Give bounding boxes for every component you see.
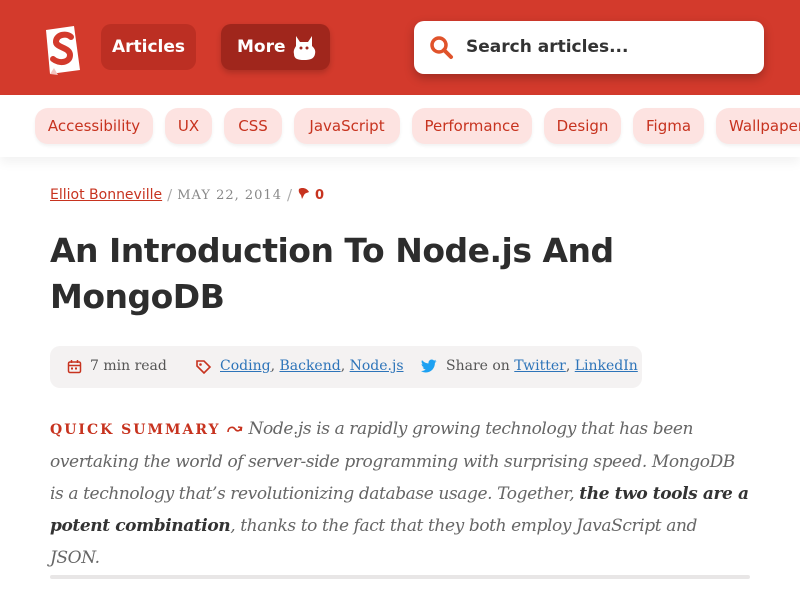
search-box[interactable]: Search articles... [414, 21, 764, 74]
read-time-text: 7 min read [90, 358, 167, 374]
author-link[interactable]: Elliot Bonneville [50, 187, 162, 203]
article-title: An Introduction To Node.js And MongoDB [50, 231, 614, 316]
tag-wallpapers[interactable]: Wallpapers [716, 108, 800, 144]
arrow-icon [226, 419, 244, 439]
nav-articles-label: Articles [111, 37, 186, 57]
search-icon [429, 35, 455, 65]
read-time: 7 min read [67, 358, 167, 374]
meta-separator: / [167, 186, 173, 204]
article-meta: Elliot Bonneville / MAY 22, 2014 / 0 [50, 186, 324, 204]
share-links: Share on Twitter, LinkedIn [421, 358, 638, 374]
share-twitter-link[interactable]: Twitter [514, 358, 566, 374]
tag-icon [196, 359, 220, 374]
twitter-icon [421, 359, 446, 373]
publish-date: MAY 22, 2014 [177, 187, 282, 203]
share-label: Share on [446, 358, 510, 374]
tag-css[interactable]: CSS [224, 108, 282, 144]
tag-accessibility[interactable]: Accessibility [35, 108, 153, 144]
article-info-bar: 7 min read Coding, Backend, Node.js Shar… [50, 346, 642, 388]
tag-figma[interactable]: Figma [633, 108, 704, 144]
share-linkedin-link[interactable]: LinkedIn [575, 358, 638, 374]
nav-more-label: More [237, 37, 286, 57]
category-nodejs[interactable]: Node.js [350, 358, 404, 374]
tag-javascript[interactable]: JavaScript [294, 108, 400, 144]
meta-separator: / [286, 186, 293, 204]
site-header: Articles More Search articles... [0, 0, 800, 95]
nav-articles-button[interactable]: Articles [101, 24, 196, 70]
category-backend[interactable]: Backend [279, 358, 340, 374]
cat-mascot-icon [290, 32, 318, 67]
nav-more-button[interactable]: More [221, 24, 330, 70]
categories: Coding, Backend, Node.js [196, 358, 404, 374]
tag-ux[interactable]: UX [165, 108, 212, 144]
quick-summary-label: QUICK SUMMARY [50, 422, 221, 438]
tag-performance[interactable]: Performance [412, 108, 532, 144]
search-input[interactable]: Search articles... [466, 37, 628, 57]
tag-design[interactable]: Design [544, 108, 621, 144]
smashing-logo-icon[interactable] [40, 22, 86, 78]
topic-tag-bar: Accessibility UX CSS JavaScript Performa… [0, 95, 800, 157]
comment-count[interactable]: 0 [315, 188, 324, 203]
category-coding[interactable]: Coding [220, 358, 271, 374]
quick-summary: QUICK SUMMARY Node.js is a rapidly growi… [50, 413, 750, 574]
content-divider [50, 575, 750, 579]
calendar-icon [67, 359, 90, 374]
comment-icon[interactable] [297, 186, 311, 204]
